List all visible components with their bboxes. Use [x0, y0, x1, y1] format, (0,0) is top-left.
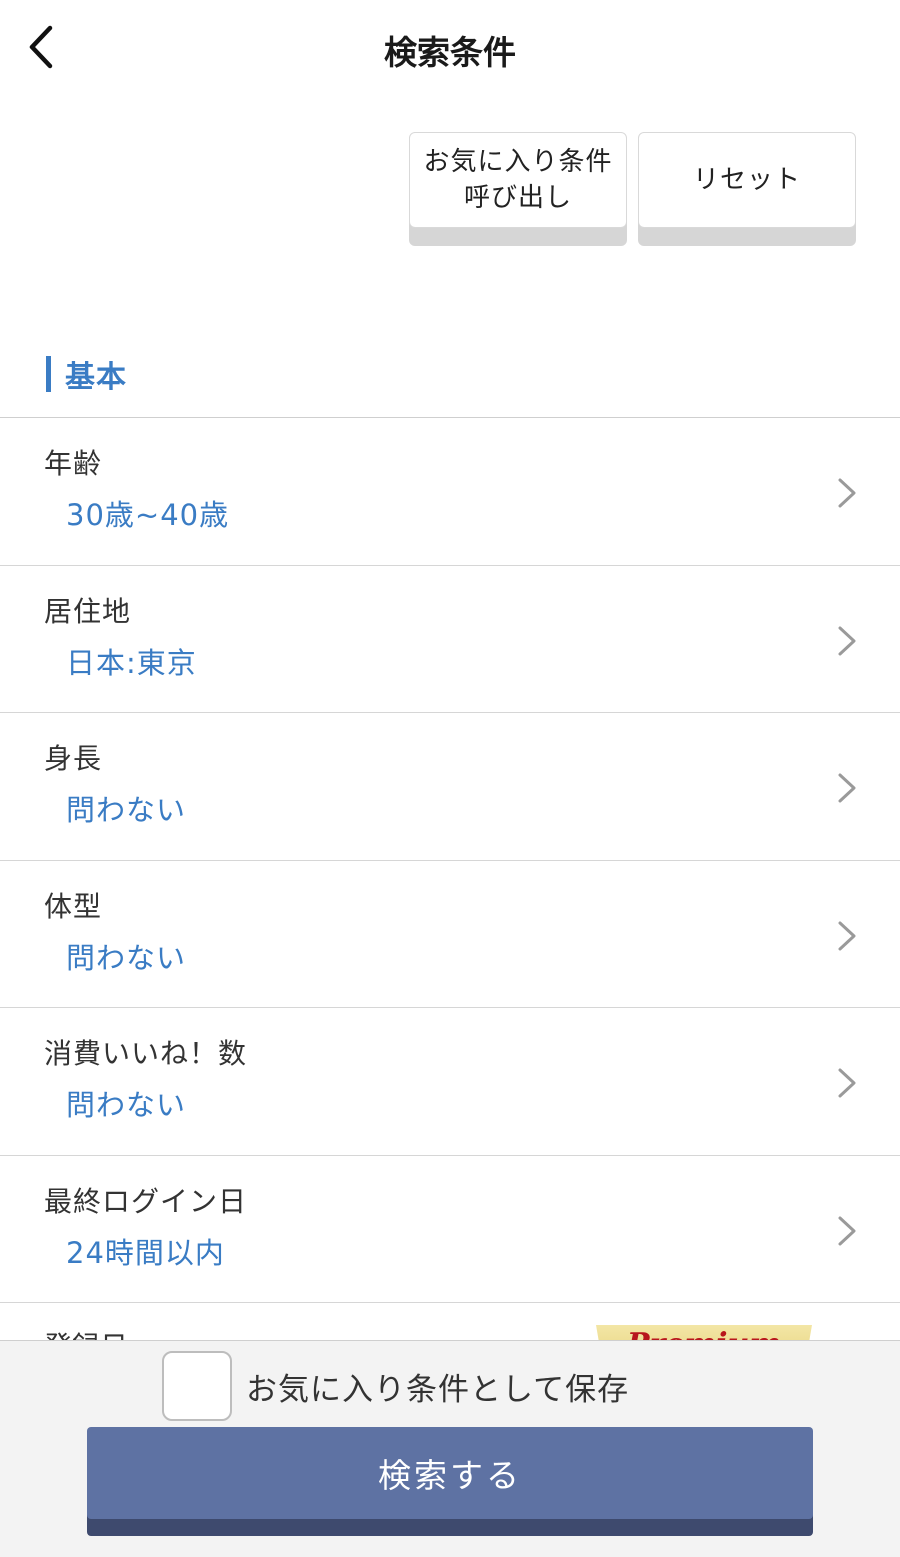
section-title: 基本	[65, 360, 127, 395]
condition-label: 体型	[44, 889, 103, 923]
save-favorite-checkbox[interactable]	[162, 1351, 232, 1421]
condition-row-age[interactable]: 年齢 30歳~40歳	[0, 418, 900, 566]
search-button-label: 検索する	[87, 1427, 813, 1519]
button-face: お気に入り条件 呼び出し	[409, 132, 627, 228]
section-header-basic: 基本	[46, 352, 127, 396]
chevron-right-icon	[838, 1068, 856, 1098]
condition-row-body-type[interactable]: 体型 問わない	[0, 861, 900, 1008]
condition-label: 最終ログイン日	[44, 1184, 248, 1218]
load-favorite-conditions-button[interactable]: お気に入り条件 呼び出し	[409, 132, 627, 246]
header: 検索条件	[0, 0, 900, 96]
chevron-right-icon	[838, 921, 856, 950]
chevron-right-icon	[838, 773, 856, 803]
condition-row-height[interactable]: 身長 問わない	[0, 713, 900, 861]
condition-label: 居住地	[44, 594, 132, 628]
section-accent-bar	[46, 356, 51, 392]
chevron-right-icon	[838, 626, 856, 655]
top-buttons: お気に入り条件 呼び出し リセット	[409, 132, 856, 246]
condition-value: 30歳~40歳	[66, 498, 230, 532]
condition-value: 問わない	[66, 793, 187, 827]
condition-list: 年齢 30歳~40歳 居住地 日本:東京 身長 問わない 体型 問わない 消費い…	[0, 417, 900, 1363]
condition-row-last-login[interactable]: 最終ログイン日 24時間以内	[0, 1156, 900, 1303]
condition-label: 消費いいね！数	[44, 1037, 248, 1070]
favorite-button-line2: 呼び出し	[463, 183, 572, 213]
condition-row-residence[interactable]: 居住地 日本:東京	[0, 566, 900, 713]
reset-button[interactable]: リセット	[638, 132, 856, 246]
condition-row-likes-spent[interactable]: 消費いいね！数 問わない	[0, 1008, 900, 1156]
search-button[interactable]: 検索する	[87, 1427, 813, 1536]
chevron-right-icon	[838, 1216, 856, 1245]
reset-button-label: リセット	[638, 132, 856, 228]
condition-value: 24時間以内	[66, 1235, 225, 1270]
favorite-button-line1: お気に入り条件	[423, 147, 613, 177]
condition-value: 日本:東京	[66, 645, 197, 680]
condition-label: 年齢	[44, 447, 103, 480]
page-title: 検索条件	[384, 33, 516, 72]
condition-value: 問わない	[66, 1088, 187, 1122]
chevron-right-icon	[838, 478, 856, 508]
save-as-favorite-toggle[interactable]: お気に入り条件として保存	[162, 1351, 629, 1421]
condition-value: 問わない	[66, 940, 187, 975]
save-favorite-label: お気に入り条件として保存	[246, 1371, 630, 1408]
condition-label: 身長	[44, 742, 103, 775]
footer-bar: お気に入り条件として保存 検索する	[0, 1340, 900, 1557]
